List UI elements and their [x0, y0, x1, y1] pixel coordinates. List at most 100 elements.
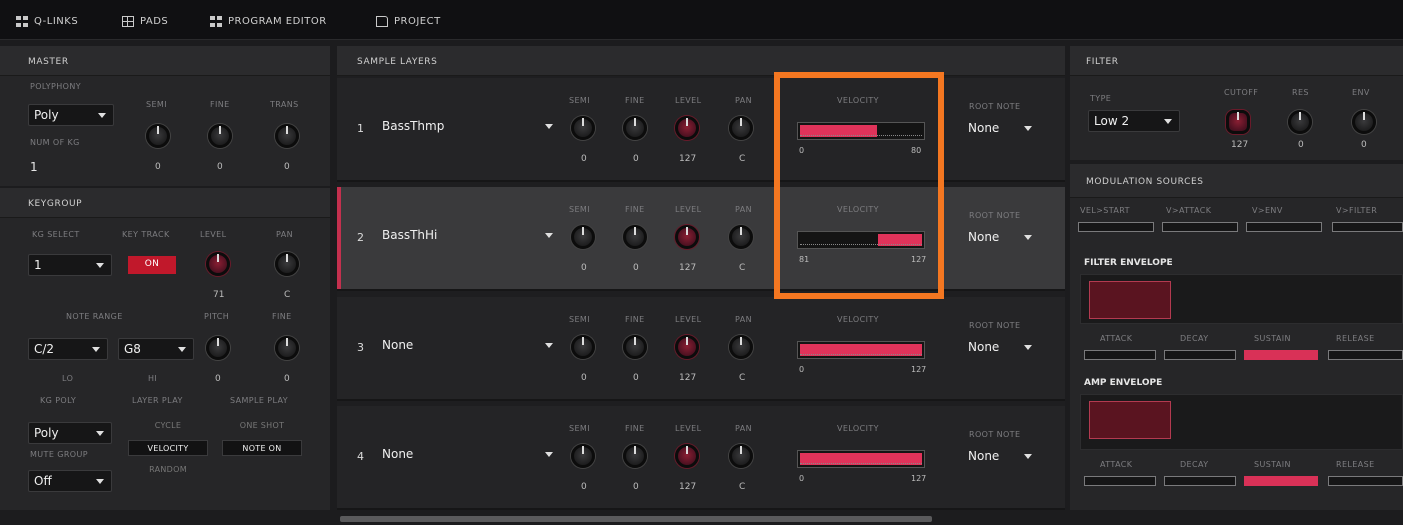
sample-layer-row[interactable]: 1 BassThmp SEMI 0 FINE 0 LEVEL 127 PAN C… — [337, 78, 1065, 182]
kg-poly-dropdown[interactable]: Poly — [28, 422, 112, 444]
amp-attack-slider[interactable] — [1084, 476, 1156, 486]
sample-play-one-shot[interactable]: ONE SHOT — [222, 418, 302, 434]
filter-panel: FILTER TYPE Low 2 CUTOFF 127 RES 0 ENV 0 — [1070, 46, 1403, 160]
layer-play-cycle[interactable]: CYCLE — [128, 418, 208, 434]
res-knob[interactable] — [1288, 110, 1312, 134]
chevron-down-icon — [96, 263, 104, 268]
layer-fine-knob[interactable] — [623, 116, 647, 140]
amp-envelope-label: AMP ENVELOPE — [1084, 378, 1163, 388]
mute-group-value: Off — [34, 474, 52, 488]
note-lo-dropdown[interactable]: C/2 — [28, 338, 108, 360]
num-of-kg-value[interactable]: 1 — [30, 160, 38, 174]
chevron-down-icon — [96, 431, 104, 436]
amp-sustain-slider[interactable] — [1244, 476, 1318, 486]
v-env-slider[interactable] — [1246, 222, 1322, 232]
master-semi-knob[interactable] — [146, 124, 170, 148]
root-note-dropdown[interactable]: None — [963, 227, 1039, 249]
layer-pan-knob[interactable] — [729, 225, 753, 249]
tab-project[interactable]: PROJECT — [376, 12, 441, 30]
layer-number: 4 — [357, 450, 364, 463]
kg-select-dropdown[interactable]: 1 — [28, 254, 112, 276]
layer-pan-knob[interactable] — [729, 444, 753, 468]
modulation-panel: MODULATION SOURCES VEL>START V>ATTACK V>… — [1070, 164, 1403, 510]
layer-level-knob[interactable] — [675, 116, 699, 140]
sample-select-dropdown[interactable]: BassThmp — [377, 116, 557, 138]
fine-value: 0 — [284, 374, 290, 384]
sample-select-dropdown[interactable]: BassThHi — [377, 225, 557, 247]
tab-q-links[interactable]: Q-LINKS — [16, 12, 78, 30]
velocity-ticks — [800, 463, 922, 466]
sample-play-note-on[interactable]: NOTE ON — [222, 440, 302, 456]
v-filter-label: V>FILTER — [1336, 206, 1378, 215]
filter-decay-slider[interactable] — [1164, 350, 1236, 360]
layer-play-velocity[interactable]: VELOCITY — [128, 440, 208, 456]
sample-layer-row[interactable]: 2 BassThHi SEMI 0 FINE 0 LEVEL 127 PAN C… — [337, 187, 1065, 291]
layer-fine-knob[interactable] — [623, 335, 647, 359]
kg-fine-knob[interactable] — [275, 336, 299, 360]
layer-fine-knob[interactable] — [623, 225, 647, 249]
velocity-range-slider[interactable] — [797, 231, 925, 249]
polyphony-dropdown[interactable]: Poly — [28, 104, 114, 126]
root-note-value: None — [968, 449, 1000, 463]
root-note-value: None — [968, 230, 1000, 244]
layer-level-knob[interactable] — [675, 335, 699, 359]
velocity-ticks — [800, 244, 922, 247]
layer-fine-value: 0 — [633, 482, 639, 492]
amp-release-slider[interactable] — [1328, 476, 1403, 486]
velocity-range-slider[interactable] — [797, 450, 925, 468]
sample-select-dropdown[interactable]: None — [377, 335, 557, 357]
note-hi-dropdown[interactable]: G8 — [118, 338, 194, 360]
res-label: RES — [1292, 88, 1309, 97]
tab-pads[interactable]: PADS — [122, 12, 168, 30]
filter-release-slider[interactable] — [1328, 350, 1403, 360]
tab-program-editor[interactable]: PROGRAM EDITOR — [210, 12, 327, 30]
sample-layer-row[interactable]: 3 None SEMI 0 FINE 0 LEVEL 127 PAN C VEL… — [337, 297, 1065, 401]
tab-label: PADS — [140, 15, 169, 27]
layer-semi-knob[interactable] — [571, 116, 595, 140]
polyphony-label: POLYPHONY — [30, 82, 82, 91]
layer-play-random[interactable]: RANDOM — [128, 462, 208, 478]
master-trans-knob[interactable] — [275, 124, 299, 148]
sample-select-dropdown[interactable]: None — [377, 444, 557, 466]
layer-level-knob[interactable] — [675, 225, 699, 249]
layer-semi-label: SEMI — [569, 315, 590, 324]
kg-pan-knob[interactable] — [275, 252, 299, 276]
filter-sustain-slider[interactable] — [1244, 350, 1318, 360]
v-attack-slider[interactable] — [1162, 222, 1238, 232]
horizontal-scrollbar[interactable] — [340, 516, 932, 522]
sample-layer-row[interactable]: 4 None SEMI 0 FINE 0 LEVEL 127 PAN C VEL… — [337, 406, 1065, 510]
layer-pan-knob[interactable] — [729, 116, 753, 140]
layer-fine-knob[interactable] — [623, 444, 647, 468]
layer-fine-label: FINE — [625, 315, 645, 324]
velocity-range-slider[interactable] — [797, 341, 925, 359]
kg-level-knob[interactable] — [206, 252, 230, 276]
vel-start-slider[interactable] — [1078, 222, 1154, 232]
filter-attack-label: ATTACK — [1100, 334, 1133, 343]
v-filter-slider[interactable] — [1332, 222, 1403, 232]
filter-attack-slider[interactable] — [1084, 350, 1156, 360]
fine-label: FINE — [272, 312, 292, 321]
velocity-hi-value: 127 — [911, 255, 927, 264]
root-note-dropdown[interactable]: None — [963, 446, 1039, 468]
key-track-toggle[interactable]: ON — [128, 256, 176, 274]
filter-decay-label: DECAY — [1180, 334, 1209, 343]
layer-semi-knob[interactable] — [571, 444, 595, 468]
velocity-range-slider[interactable] — [797, 122, 925, 140]
filter-type-dropdown[interactable]: Low 2 — [1088, 110, 1180, 132]
layer-pan-knob[interactable] — [729, 335, 753, 359]
kg-poly-value: Poly — [34, 426, 59, 440]
layer-level-knob[interactable] — [675, 444, 699, 468]
layer-semi-knob[interactable] — [571, 335, 595, 359]
amp-envelope-display[interactable] — [1080, 394, 1403, 450]
kg-pitch-knob[interactable] — [206, 336, 230, 360]
cutoff-knob[interactable] — [1226, 110, 1250, 134]
master-fine-knob[interactable] — [208, 124, 232, 148]
root-note-dropdown[interactable]: None — [963, 337, 1039, 359]
env-knob[interactable] — [1352, 110, 1376, 134]
root-note-dropdown[interactable]: None — [963, 118, 1039, 140]
mute-group-dropdown[interactable]: Off — [28, 470, 112, 492]
grid-icon — [210, 15, 222, 27]
amp-decay-slider[interactable] — [1164, 476, 1236, 486]
filter-envelope-display[interactable] — [1080, 274, 1403, 324]
layer-semi-knob[interactable] — [571, 225, 595, 249]
